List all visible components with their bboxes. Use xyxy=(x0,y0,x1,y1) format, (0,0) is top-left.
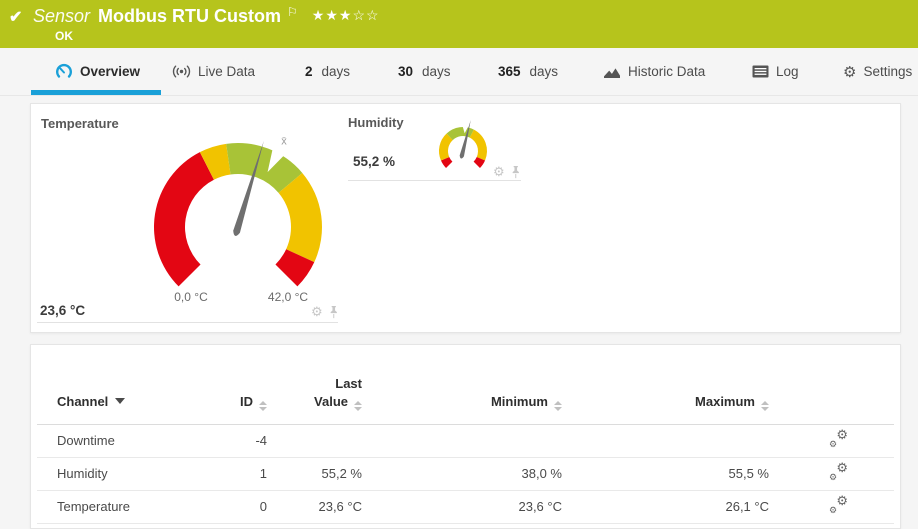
divider xyxy=(37,322,338,323)
gauge-segment xyxy=(154,152,214,287)
humidity-widget-tools: ⚙ xyxy=(493,164,521,180)
temperature-widget-tools: ⚙ xyxy=(311,304,339,320)
sort-icon xyxy=(259,400,267,411)
channel-settings-icon[interactable]: ⚙ ⚙ xyxy=(829,493,849,515)
channel-settings-icon[interactable]: ⚙ ⚙ xyxy=(829,460,849,482)
column-header-maximum[interactable]: Maximum xyxy=(562,345,769,425)
status-badge: OK xyxy=(55,29,73,43)
gauge-icon xyxy=(56,63,72,78)
table-header-row: Channel ID Last Value Minimum Maximum xyxy=(37,345,894,425)
channel-name[interactable]: Downtime xyxy=(37,424,227,458)
active-tab-underline xyxy=(31,90,161,95)
sensor-kind-label: Sensor xyxy=(33,6,91,26)
channels-panel: Channel ID Last Value Minimum Maximum Do… xyxy=(30,344,901,529)
tab-bar: Overview Live Data 2 days 30 days 365 da… xyxy=(0,48,918,96)
sensor-header: ✔ Sensor Modbus RTU Custom ⚐ ★★★☆☆ OK xyxy=(0,0,918,48)
channel-name[interactable]: Temperature xyxy=(37,490,227,524)
channel-id: 0 xyxy=(227,490,267,524)
channel-minimum xyxy=(362,424,562,458)
channel-minimum: 23,6 °C xyxy=(362,490,562,524)
table-row: Temperature 0 23,6 °C 23,6 °C 26,1 °C ⚙ ⚙ xyxy=(37,490,894,524)
channel-settings-icon[interactable]: ⚙ ⚙ xyxy=(829,427,849,449)
broadcast-icon xyxy=(172,65,191,78)
tab-overview[interactable]: Overview xyxy=(55,48,140,95)
temperature-widget-title: Temperature xyxy=(41,116,119,131)
sensor-title: Modbus RTU Custom xyxy=(98,6,282,26)
sort-icon xyxy=(354,400,362,411)
historic-data-icon xyxy=(604,67,620,78)
tab-live-data[interactable]: Live Data xyxy=(172,48,255,95)
channel-last-value: 55,2 % xyxy=(267,457,362,491)
temperature-scale-max-label: 42,0 °C xyxy=(267,290,309,304)
column-header-channel[interactable]: Channel xyxy=(37,345,227,425)
log-icon xyxy=(752,65,769,78)
tab-label: Historic Data xyxy=(628,64,706,79)
tab-label: days xyxy=(422,64,451,79)
divider xyxy=(348,180,521,181)
settings-icon: ⚙ xyxy=(843,63,857,81)
humidity-current-value: 55,2 % xyxy=(353,154,396,169)
stars-empty[interactable]: ☆☆ xyxy=(352,7,379,23)
column-header-minimum[interactable]: Minimum xyxy=(362,345,562,425)
tab-label: days xyxy=(529,64,559,79)
channels-table: Channel ID Last Value Minimum Maximum Do… xyxy=(37,345,894,524)
channel-name[interactable]: Humidity xyxy=(37,457,227,491)
status-ok-check-icon: ✔ xyxy=(9,9,23,26)
column-header-id[interactable]: ID xyxy=(227,345,267,425)
pin-icon[interactable] xyxy=(510,165,521,179)
channel-maximum: 26,1 °C xyxy=(562,490,769,524)
channel-last-value: 23,6 °C xyxy=(267,490,362,524)
channel-last-value xyxy=(267,424,362,458)
table-row: Humidity 1 55,2 % 38,0 % 55,5 % ⚙ ⚙ xyxy=(37,457,894,491)
tab-365-days[interactable]: 365 days xyxy=(498,48,558,95)
sort-icon xyxy=(554,400,562,411)
temperature-current-value: 23,6 °C xyxy=(40,303,86,318)
gear-icon[interactable]: ⚙ xyxy=(493,164,505,180)
tab-log[interactable]: Log xyxy=(752,48,799,95)
gauges-panel: Temperature x̄ 0,0 °C 42,0 °C 23,6 °C ⚙ … xyxy=(30,103,901,333)
sort-icon xyxy=(761,400,769,411)
column-header-last-value[interactable]: Last Value xyxy=(267,345,362,425)
tab-historic-data[interactable]: Historic Data xyxy=(603,48,705,95)
channel-maximum xyxy=(562,424,769,458)
tab-label: Overview xyxy=(80,64,141,79)
tab-label: Live Data xyxy=(198,64,256,79)
tab-label: Settings xyxy=(863,64,913,79)
gauge-segment xyxy=(469,129,487,161)
temperature-gauge: x̄ xyxy=(154,136,322,287)
channel-id: -4 xyxy=(227,424,267,458)
column-header-actions xyxy=(769,345,894,425)
tab-settings[interactable]: ⚙ Settings xyxy=(843,48,912,95)
tab-label: Log xyxy=(776,64,799,79)
stars-filled[interactable]: ★★★ xyxy=(312,7,353,23)
channel-minimum: 38,0 % xyxy=(362,457,562,491)
tab-30-days[interactable]: 30 days xyxy=(398,48,451,95)
tab-label: days xyxy=(321,64,351,79)
channel-id: 1 xyxy=(227,457,267,491)
humidity-widget-title: Humidity xyxy=(348,115,404,130)
temperature-scale-min-label: 0,0 °C xyxy=(174,290,208,304)
table-row: Downtime -4 ⚙ ⚙ xyxy=(37,424,894,458)
channel-maximum: 55,5 % xyxy=(562,457,769,491)
gear-icon[interactable]: ⚙ xyxy=(311,304,323,320)
flag-icon[interactable]: ⚐ xyxy=(287,5,298,19)
pin-icon[interactable] xyxy=(328,305,339,319)
priority-stars[interactable]: ★★★☆☆ xyxy=(312,7,380,24)
mean-marker-label: x̄ xyxy=(281,136,287,148)
tab-2-days[interactable]: 2 days xyxy=(305,48,350,95)
sort-desc-icon xyxy=(115,398,126,404)
